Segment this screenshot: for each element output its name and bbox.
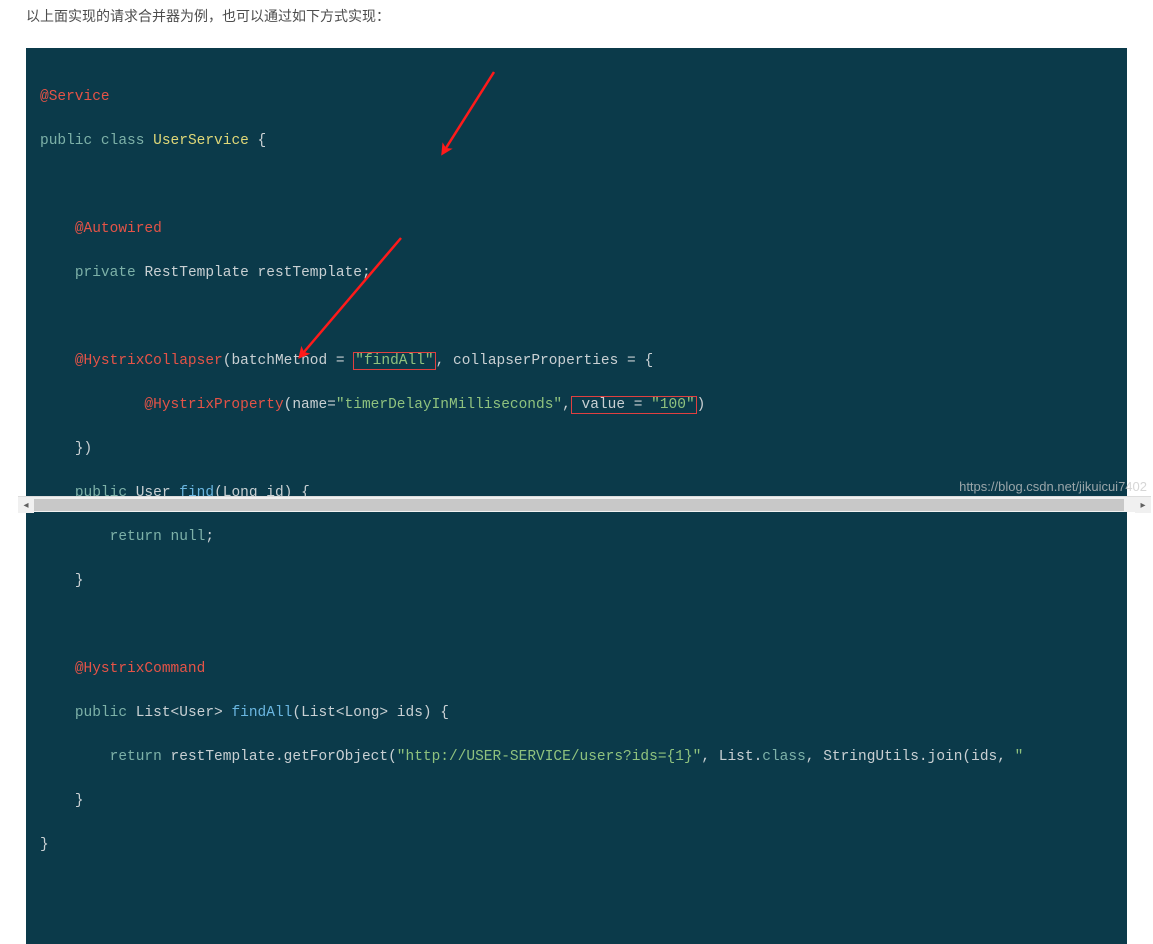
class-name: UserService — [153, 133, 249, 149]
kw-public3: public — [75, 705, 127, 721]
str-timer: "timerDelayInMilliseconds" — [336, 397, 562, 413]
scroll-left-button[interactable]: ◂ — [18, 497, 34, 513]
kw-null: null — [171, 529, 206, 545]
kw-return: return — [110, 529, 162, 545]
annotation-command: @HystrixCommand — [75, 661, 206, 677]
annotation-collapser: @HystrixCollapser — [75, 353, 223, 369]
scrollbar-thumb[interactable] — [34, 499, 1124, 511]
kw-private: private — [75, 265, 136, 281]
kw-class: class — [101, 133, 145, 149]
annotation-property: @HystrixProperty — [144, 397, 283, 413]
annotation-autowired: @Autowired — [75, 221, 162, 237]
horizontal-scrollbar[interactable]: ◂ ▸ — [18, 496, 1151, 512]
str-100: "100" — [651, 397, 695, 413]
str-url: "http://USER-SERVICE/users?ids={1}" — [397, 749, 702, 765]
type-list: List<User> — [136, 705, 223, 721]
description-text: 以上面实现的请求合并器为例，也可以通过如下方式实现： — [0, 0, 1153, 36]
scroll-right-button[interactable]: ▸ — [1135, 497, 1151, 513]
kw-return2: return — [110, 749, 162, 765]
watermark-text: https://blog.csdn.net/jikuicui7402 — [959, 479, 1147, 494]
boxed-findall: "findAll" — [353, 352, 435, 370]
annotation-service: @Service — [40, 89, 110, 105]
fn-findall: findAll — [231, 705, 292, 721]
kw-public: public — [40, 133, 92, 149]
field-decl: RestTemplate restTemplate — [144, 265, 362, 281]
